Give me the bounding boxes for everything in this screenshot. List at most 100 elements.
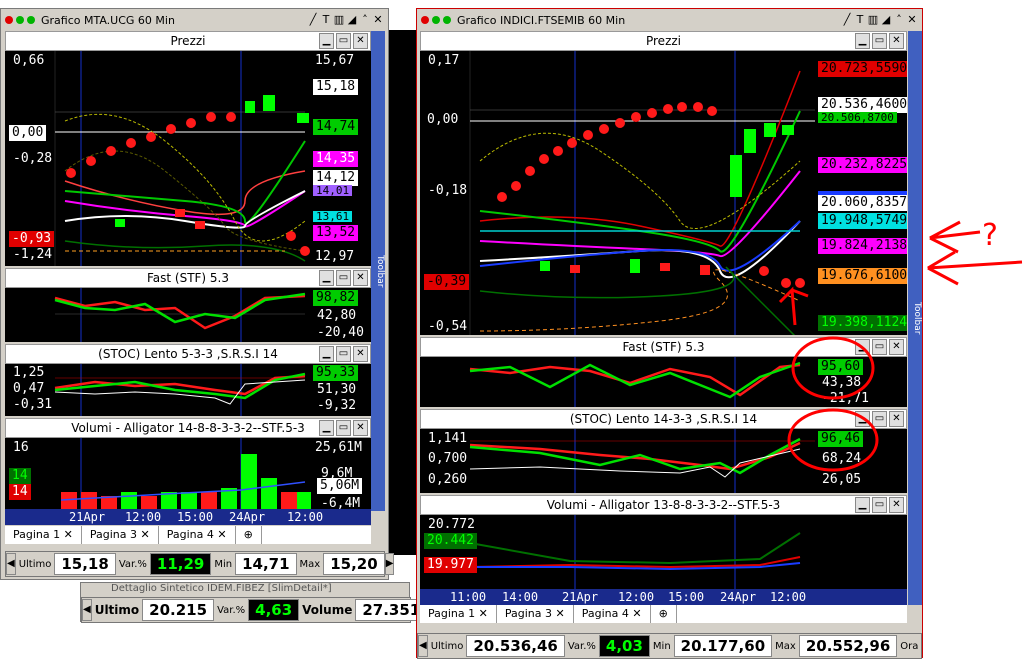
text-icon[interactable]: T [320, 13, 332, 27]
toolbar-toggle[interactable]: Toolbar [908, 31, 922, 605]
ticker-label: Var.% [567, 640, 596, 652]
detail-last-value: 20.215 [142, 599, 215, 621]
price-chart-area[interactable]: 0,66 0,00 -0,28 -0,93 -1,24 15,67 15,18 … [5, 51, 371, 266]
left-price-panel[interactable]: Prezzi ▁ ▭ ✕ 0,66 0,00 -0,28 -0,93 -1,24… [5, 31, 371, 266]
signal-icon[interactable]: ◢ [346, 13, 358, 27]
close-icon[interactable]: ✕ [353, 33, 368, 49]
signal-icon[interactable]: ◢ [880, 13, 892, 27]
right-stoc-panel[interactable]: (STOC) Lento 14-3-3 ,S.R.S.I 14 ▁ ▭ ✕ 1,14… [420, 409, 907, 493]
tab-pagina-1[interactable]: Pagina 1 ✕ [5, 526, 82, 544]
stoc-value: 96,46 [818, 431, 864, 447]
left-volume-panel[interactable]: Volumi - Alligator 14-8-8-3-3-2--STF.5-3… [5, 418, 371, 512]
draw-icon[interactable]: ╱ [307, 13, 319, 27]
axis-label: 14 [9, 484, 31, 500]
minimize-icon[interactable]: ▁ [319, 270, 334, 286]
tab-pagina-3[interactable]: Pagina 3 ✕ [82, 526, 159, 544]
panel-title: Fast (STF) 5.3 [146, 271, 230, 285]
stoc-chart-area[interactable]: 1,141 0,700 0,260 96,46 68,24 26,05 [420, 429, 907, 493]
maximize-icon[interactable]: ▭ [336, 420, 351, 436]
right-x-axis: 11:00 14:00 21Apr 12:00 15:00 24Apr 12:0… [420, 589, 907, 605]
toolbar-toggle[interactable]: Toolbar [371, 31, 385, 511]
ticker-label: Volume [302, 603, 353, 617]
close-icon[interactable]: ✕ [889, 497, 904, 513]
right-price-panel[interactable]: Prezzi ▁ ▭ ✕ 0,17 0,00 -0,18 -0,39 -0,54… [420, 31, 907, 335]
minimize-icon[interactable]: ▁ [319, 346, 334, 362]
x-tick: 12:00 [125, 510, 162, 524]
scroll-left-icon[interactable]: ◀ [418, 635, 428, 657]
minimize-icon[interactable]: ▁ [855, 497, 870, 513]
arrow-icon [927, 250, 1023, 286]
maximize-icon[interactable]: ▭ [872, 411, 887, 427]
panel-title: Prezzi [645, 34, 681, 48]
ticker-label: Max [775, 640, 796, 652]
collapse-icon[interactable]: ˄ [359, 13, 371, 27]
price-label: 15,18 [313, 79, 359, 95]
volume-chart-area[interactable]: 16 14 14 25,61M 9,6M 5,06M -6,4M [5, 438, 371, 512]
maximize-icon[interactable]: ▭ [336, 33, 351, 49]
scroll-left-icon[interactable]: ◀ [6, 553, 16, 575]
collapse-icon[interactable]: ˄ [893, 13, 905, 27]
scroll-right-icon[interactable]: ▶ [384, 553, 395, 575]
x-tick: 12:00 [770, 590, 807, 604]
minimize-icon[interactable]: ▁ [855, 411, 870, 427]
panel-header: Prezzi ▁ ▭ ✕ [420, 31, 907, 51]
ticker-label: Var.% [118, 558, 147, 570]
panel-buttons: ▁ ▭ ✕ [855, 497, 904, 513]
maximize-icon[interactable]: ▭ [336, 270, 351, 286]
right-fast-panel[interactable]: Fast (STF) 5.3 ▁ ▭ ✕ 95,60 43,38 -21,71 [420, 337, 907, 407]
left-chart-window[interactable]: Grafico MTA.UCG 60 Min ╱ T ▥ ◢ ˄ ✕ Prezz… [0, 8, 395, 580]
price-label: 14,74 [313, 119, 359, 135]
new-tab-icon[interactable]: ⊕ [236, 526, 262, 544]
close-icon[interactable]: ✕ [353, 346, 368, 362]
stoc-chart-area[interactable]: 1,25 0,47 -0,31 95,33 51,30 -9,32 [5, 364, 371, 416]
fast-chart-area[interactable]: 98,82 42,80 -20,40 [5, 288, 371, 342]
axis-label: 20.442 [424, 533, 477, 549]
minimize-icon[interactable]: ▁ [319, 420, 334, 436]
panel-header: (STOC) Lento 5-3-3 ,S.R.S.I 14 ▁ ▭ ✕ [5, 344, 371, 364]
ticker-min-value: 20.177,60 [673, 635, 773, 657]
text-icon[interactable]: T [854, 13, 866, 27]
close-icon[interactable]: ✕ [889, 33, 904, 49]
maximize-icon[interactable]: ▭ [872, 33, 887, 49]
volume-value: 5,06M [317, 478, 363, 494]
right-chart-window[interactable]: Grafico INDICI.FTSEMIB 60 Min ╱ T ▥ ◢ ˄ … [416, 8, 923, 659]
panel-header: Volumi - Alligator 14-8-8-3-3-2--STF.5-3… [5, 418, 371, 438]
scroll-left-icon[interactable]: ◀ [82, 599, 92, 621]
stoc-value: -9,32 [317, 398, 357, 413]
tab-pagina-4[interactable]: Pagina 4 ✕ [574, 605, 651, 623]
tab-pagina-3[interactable]: Pagina 3 ✕ [497, 605, 574, 623]
minimize-icon[interactable]: ▁ [855, 33, 870, 49]
tab-label: Pagina 3 [504, 607, 552, 620]
right-volume-panel[interactable]: Volumi - Alligator 13-8-8-3-3-2--STF.5-3… [420, 495, 907, 591]
close-icon[interactable]: ✕ [353, 270, 368, 286]
panel-buttons: ▁ ▭ ✕ [319, 420, 368, 436]
axis-label: -0,31 [13, 397, 53, 412]
maximize-icon[interactable]: ▭ [872, 339, 887, 355]
tab-pagina-1[interactable]: Pagina 1 ✕ [420, 605, 497, 623]
right-title-bar[interactable]: Grafico INDICI.FTSEMIB 60 Min ╱ T ▥ ◢ ˄ … [417, 9, 922, 31]
maximize-icon[interactable]: ▭ [872, 497, 887, 513]
price-label: 19.676,6100 [818, 268, 907, 284]
minimize-icon[interactable]: ▁ [855, 339, 870, 355]
maximize-icon[interactable]: ▭ [336, 346, 351, 362]
left-stoc-panel[interactable]: (STOC) Lento 5-3-3 ,S.R.S.I 14 ▁ ▭ ✕ 1,25 … [5, 344, 371, 416]
draw-icon[interactable]: ╱ [841, 13, 853, 27]
left-title-bar[interactable]: Grafico MTA.UCG 60 Min ╱ T ▥ ◢ ˄ ✕ [1, 9, 388, 31]
close-icon[interactable]: ✕ [889, 411, 904, 427]
left-fast-panel[interactable]: Fast (STF) 5.3 ▁ ▭ ✕ 98,82 42,80 -20,40 [5, 268, 371, 342]
new-tab-icon[interactable]: ⊕ [651, 605, 677, 623]
close-icon[interactable]: ✕ [906, 13, 918, 27]
close-icon[interactable]: ✕ [889, 339, 904, 355]
fast-chart-area[interactable]: 95,60 43,38 -21,71 [420, 357, 907, 407]
volume-chart-area[interactable]: 20.772 20.442 19.977 [420, 515, 907, 591]
grid-icon[interactable]: ▥ [867, 13, 879, 27]
panel-title: (STOC) Lento 5-3-3 ,S.R.S.I 14 [98, 347, 278, 361]
detail-window[interactable]: Dettaglio Sintetico IDEM.FIBEZ [SlimDeta… [80, 582, 428, 623]
tab-pagina-4[interactable]: Pagina 4 ✕ [159, 526, 236, 544]
price-chart-area[interactable]: 0,17 0,00 -0,18 -0,39 -0,54 20.723,5590 … [420, 51, 907, 335]
close-icon[interactable]: ✕ [372, 13, 384, 27]
grid-icon[interactable]: ▥ [333, 13, 345, 27]
close-icon[interactable]: ✕ [353, 420, 368, 436]
minimize-icon[interactable]: ▁ [319, 33, 334, 49]
fast-value: 42,80 [317, 308, 357, 323]
